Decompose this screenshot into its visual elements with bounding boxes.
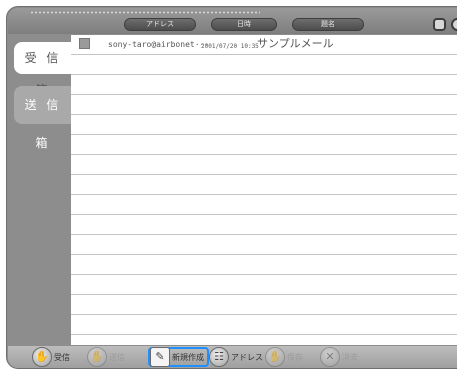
empty-row [71, 235, 457, 255]
delete-button[interactable]: ✕ 消去 [320, 347, 358, 367]
empty-row [71, 215, 457, 235]
address-book-icon: ☷ [209, 347, 229, 367]
empty-row [71, 275, 457, 295]
message-row[interactable]: sony-taro@airbonet··· 2001/07/20 10:35 サ… [71, 35, 457, 55]
address-button[interactable]: ☷ アドレス [209, 347, 263, 367]
empty-row [71, 195, 457, 215]
compose-label: 新規作成 [172, 352, 204, 362]
bottom-toolbar: ✋ 受信 ✋ 送信 ✎ 新規作成 ☷ アドレス ✋ 保存 ✕ 消去 [8, 346, 457, 368]
save-label: 保存 [287, 352, 303, 362]
delete-label: 消去 [342, 352, 358, 362]
send-label: 送信 [109, 352, 125, 362]
empty-row [71, 95, 457, 115]
folder-tab-label: 送 信 箱 [24, 98, 62, 150]
power-icon[interactable] [451, 18, 457, 31]
receive-button[interactable]: ✋ 受信 [32, 347, 70, 367]
delete-icon: ✕ [320, 347, 340, 367]
save-button[interactable]: ✋ 保存 [265, 347, 303, 367]
empty-row [71, 115, 457, 135]
message-list: sony-taro@airbonet··· 2001/07/20 10:35 サ… [71, 35, 457, 355]
empty-row [71, 255, 457, 275]
folder-tab-inbox[interactable]: 受 信 箱 [14, 42, 72, 97]
empty-row [71, 135, 457, 155]
message-subject: サンプルメール [257, 37, 334, 50]
compose-icon: ✎ [150, 347, 170, 367]
send-button[interactable]: ✋ 送信 [87, 347, 125, 367]
receive-icon: ✋ [32, 347, 52, 367]
sort-by-subject-button[interactable]: 題名 [292, 18, 364, 31]
sort-by-address-button[interactable]: アドレス [124, 18, 196, 31]
send-icon: ✋ [87, 347, 107, 367]
window-mode-icon[interactable] [433, 18, 446, 31]
message-from: sony-taro@airbonet··· [108, 40, 210, 49]
list-header: アドレス 日時 題名 [8, 8, 457, 34]
save-icon: ✋ [265, 347, 285, 367]
receive-label: 受信 [54, 352, 70, 362]
message-checkbox[interactable] [79, 38, 90, 49]
empty-row [71, 315, 457, 335]
message-date: 2001/07/20 10:35 [201, 43, 259, 50]
mail-app: アドレス 日時 題名 受 信 箱 送 信 箱 sony-taro@airbone… [0, 0, 457, 374]
empty-row [71, 175, 457, 195]
compose-button[interactable]: ✎ 新規作成 [148, 347, 209, 367]
empty-row [71, 75, 457, 95]
empty-row [71, 155, 457, 175]
header-texture [30, 11, 260, 14]
empty-row [71, 295, 457, 315]
folder-tab-sent[interactable]: 送 信 箱 [14, 86, 72, 150]
empty-row [71, 55, 457, 75]
address-label: アドレス [231, 352, 263, 362]
sort-by-date-button[interactable]: 日時 [211, 18, 277, 31]
